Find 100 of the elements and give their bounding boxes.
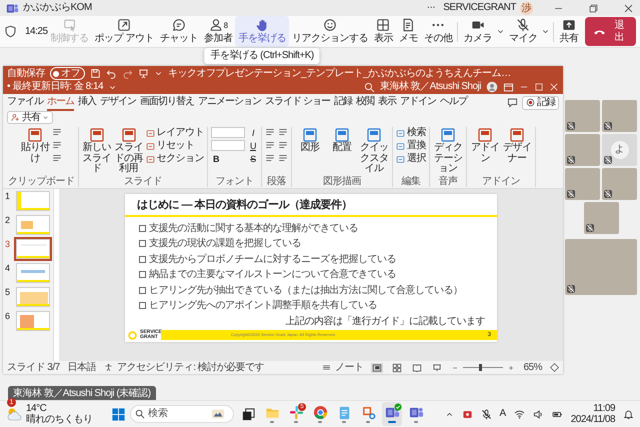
input-field[interactable]: [211, 140, 245, 151]
leave-button[interactable]: 退出: [585, 17, 636, 46]
chat-button[interactable]: チャット: [156, 16, 201, 47]
notes-button[interactable]: ノート: [322, 362, 364, 374]
search-input[interactable]: 検索: [148, 408, 208, 420]
lines-icon[interactable]: [265, 127, 275, 137]
ribbon-button[interactable]: 検索: [396, 127, 426, 139]
maximize-icon[interactable]: [534, 82, 544, 92]
ribbon-button[interactable]: 貼り付け: [20, 127, 50, 174]
lines-icon[interactable]: [278, 140, 288, 150]
record-button[interactable]: 記録: [522, 96, 559, 110]
lines-icon[interactable]: [52, 153, 62, 163]
lines-icon[interactable]: [52, 127, 62, 137]
ribbon-tab[interactable]: スライド ショー: [265, 95, 330, 110]
ribbon-tab[interactable]: アニメーション: [198, 95, 261, 110]
undo-icon[interactable]: [106, 68, 117, 79]
save-icon[interactable]: [90, 68, 101, 79]
present-icon[interactable]: [138, 68, 149, 79]
view-button[interactable]: [411, 362, 424, 372]
ribbon-button[interactable]: ディクテーション: [433, 127, 463, 174]
ribbon-button[interactable]: デザイナー: [502, 127, 532, 174]
pinwheel-icon[interactable]: [288, 405, 304, 420]
pop-out-button[interactable]: ポップ アウト: [92, 16, 157, 47]
accessibility-status[interactable]: アクセシビリティ: 検討が必要です: [117, 362, 264, 374]
microphone-off-icon[interactable]: [480, 408, 492, 420]
ribbon-tab[interactable]: 校閲: [356, 95, 374, 110]
ribbon-options-icon[interactable]: [503, 82, 514, 92]
ribbon-button[interactable]: レイアウト: [146, 127, 204, 139]
format-button[interactable]: S: [248, 153, 258, 165]
ribbon-tab[interactable]: デザイン: [100, 95, 136, 110]
format-button[interactable]: I: [248, 127, 258, 139]
speaker-icon[interactable]: [532, 408, 544, 420]
restore-icon[interactable]: [588, 2, 599, 14]
slide-thumbnail[interactable]: [16, 215, 50, 235]
lines-icon[interactable]: [278, 127, 288, 137]
reactions-button[interactable]: リアクションする: [288, 16, 371, 47]
ribbon-tab[interactable]: ヘルプ: [440, 95, 467, 110]
ribbon-tab[interactable]: ファイル: [7, 95, 43, 110]
redo-icon[interactable]: [122, 68, 133, 79]
slider-thumb[interactable]: [479, 364, 482, 371]
close-icon[interactable]: [623, 2, 634, 14]
raise-hand-button[interactable]: 手を挙げる: [235, 16, 289, 47]
ribbon-button[interactable]: アドイン: [470, 127, 500, 174]
chat-app-icon[interactable]: [384, 405, 400, 420]
crop-icon[interactable]: [360, 405, 376, 420]
wifi-icon[interactable]: [514, 408, 525, 420]
round-logo-icon[interactable]: [312, 405, 328, 420]
ribbon-tab[interactable]: 挿入: [78, 95, 96, 110]
lines-icon[interactable]: [278, 153, 288, 163]
input-field[interactable]: [211, 127, 245, 138]
input-mode[interactable]: A: [500, 408, 506, 420]
slide-thumbnail[interactable]: [16, 191, 50, 211]
chat-app-icon[interactable]: [408, 405, 424, 420]
ribbon-button[interactable]: 新しいスライド: [82, 127, 112, 174]
ribbon-button[interactable]: 置換: [396, 140, 426, 152]
slide-thumbnail[interactable]: [16, 311, 50, 331]
comment-icon[interactable]: [507, 97, 518, 108]
ribbon-button[interactable]: スライドの再利用: [114, 127, 144, 174]
ribbon-tab[interactable]: 記録: [334, 95, 352, 110]
search-icon[interactable]: [364, 82, 375, 92]
share-button[interactable]: 共有: [556, 16, 582, 47]
ribbon-button[interactable]: 図形: [295, 127, 325, 174]
view-button[interactable]: [371, 362, 384, 372]
ribbon-button[interactable]: 配置: [327, 127, 357, 174]
scrollbar[interactable]: [53, 189, 59, 361]
ribbon-tab[interactable]: アドイン: [400, 95, 436, 110]
plus-icon[interactable]: [507, 364, 516, 372]
ribbon-button[interactable]: クイックスタイル: [359, 127, 389, 174]
ribbon-button[interactable]: リセット: [146, 140, 204, 152]
share-button[interactable]: 共有: [7, 110, 53, 124]
autosave-toggle[interactable]: オフ: [50, 67, 85, 80]
view-button[interactable]: [431, 362, 444, 372]
search-field[interactable]: 検索: [130, 405, 234, 423]
ribbon-button[interactable]: 選択: [396, 153, 426, 165]
slide-thumbnail[interactable]: [16, 239, 50, 259]
lines-icon[interactable]: [52, 140, 62, 150]
clock-date[interactable]: 2024/11/08: [570, 414, 616, 426]
format-button[interactable]: B: [211, 153, 221, 165]
participants-button[interactable]: 8 参加者: [200, 16, 236, 47]
start-icon[interactable]: [111, 406, 126, 422]
view-button[interactable]: [391, 362, 404, 372]
ribbon-tab[interactable]: 表示: [378, 95, 396, 110]
format-button[interactable]: U: [248, 140, 258, 152]
more-options[interactable]: ···: [426, 2, 436, 14]
clock-time[interactable]: 11:09: [593, 402, 616, 414]
more-button[interactable]: その他: [420, 16, 456, 47]
slide-thumbnail[interactable]: [16, 287, 50, 307]
accessibility-icon[interactable]: [104, 363, 114, 372]
squares-icon[interactable]: [240, 406, 256, 422]
ribbon-tab[interactable]: 画面切り替え: [140, 95, 194, 110]
slide-thumbnail[interactable]: [16, 263, 50, 283]
microphone-button[interactable]: マイク: [506, 16, 540, 47]
avatar-icon[interactable]: [486, 81, 498, 93]
lines-icon[interactable]: [265, 153, 275, 163]
bell-icon[interactable]: [623, 408, 634, 420]
fit-icon[interactable]: [550, 363, 559, 372]
notes-button[interactable]: メモ: [396, 16, 421, 47]
camera-button[interactable]: カメラ: [460, 16, 495, 47]
view-button[interactable]: 表示: [370, 16, 396, 47]
lines-icon[interactable]: [265, 140, 275, 150]
